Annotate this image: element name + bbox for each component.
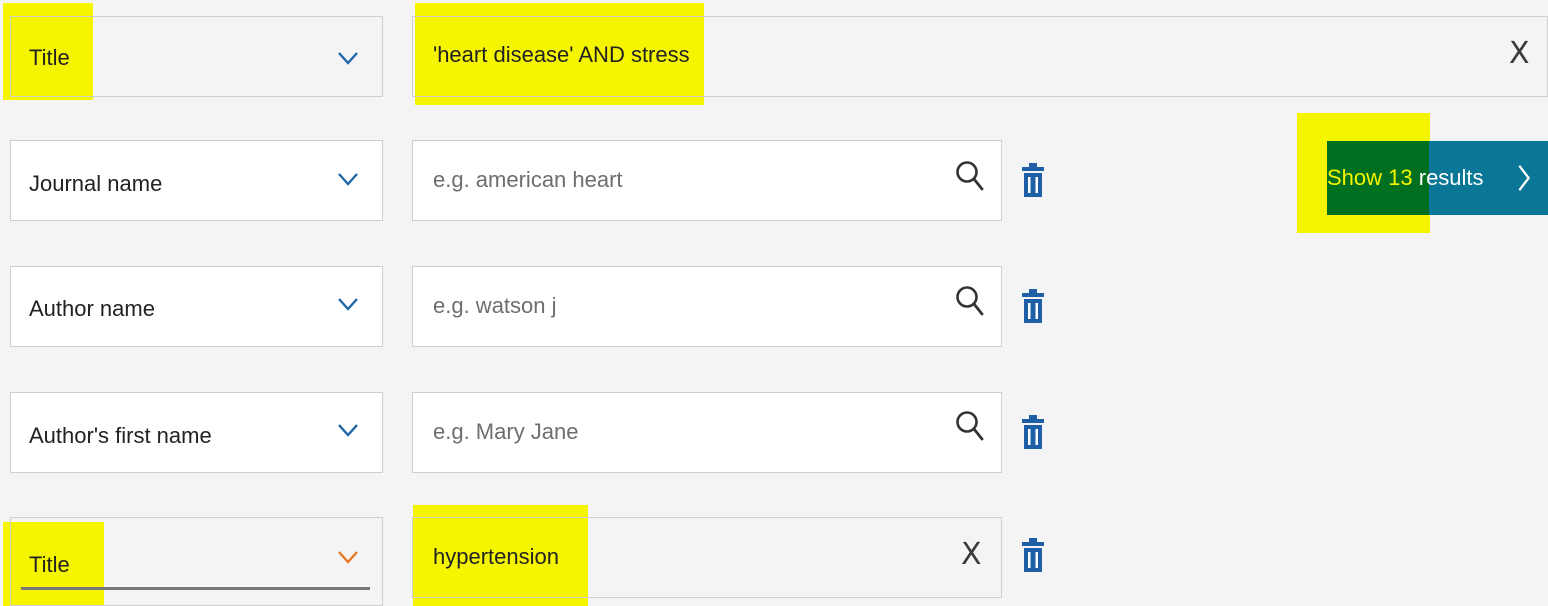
chevron-down-icon[interactable]	[337, 423, 359, 437]
chevron-down-icon[interactable]	[337, 297, 359, 311]
search-term-value: 'heart disease' AND stress	[433, 42, 690, 67]
search-term-input-row-3[interactable]: e.g. watson j	[412, 266, 1002, 347]
close-icon[interactable]: X	[961, 540, 982, 570]
show-results-count: Show 13	[1327, 165, 1413, 190]
field-select-row-3[interactable]: Author name	[10, 266, 383, 347]
search-term-placeholder: e.g. american heart	[433, 167, 623, 192]
search-icon[interactable]	[955, 285, 985, 317]
show-results-button[interactable]: Show 13 results	[1327, 141, 1548, 215]
chevron-down-icon[interactable]	[337, 550, 359, 564]
field-select-label: Title	[29, 552, 70, 577]
close-icon[interactable]: X	[1509, 39, 1530, 69]
trash-icon[interactable]	[1021, 163, 1045, 197]
chevron-down-icon[interactable]	[337, 51, 359, 65]
field-select-label: Title	[29, 45, 70, 70]
field-select-label: Author's first name	[29, 423, 212, 448]
chevron-right-icon	[1518, 165, 1531, 191]
show-results-label: Show 13 results	[1327, 141, 1484, 215]
search-term-placeholder: e.g. Mary Jane	[433, 419, 579, 444]
search-term-value: hypertension	[433, 544, 559, 569]
field-select-label: Author name	[29, 296, 155, 321]
trash-icon[interactable]	[1021, 415, 1045, 449]
search-icon[interactable]	[955, 410, 985, 442]
active-underline	[21, 587, 370, 590]
show-results-suffix: results	[1412, 165, 1484, 190]
search-icon[interactable]	[955, 160, 985, 192]
search-term-input-row-4[interactable]: e.g. Mary Jane	[412, 392, 1002, 473]
field-select-row-4[interactable]: Author's first name	[10, 392, 383, 473]
search-term-placeholder: e.g. watson j	[433, 293, 557, 318]
search-term-input-row-1[interactable]: 'heart disease' AND stress X	[412, 16, 1548, 97]
field-select-label: Journal name	[29, 171, 163, 196]
field-select-row-2[interactable]: Journal name	[10, 140, 383, 221]
trash-icon[interactable]	[1021, 289, 1045, 323]
search-term-input-row-2[interactable]: e.g. american heart	[412, 140, 1002, 221]
field-select-row-1[interactable]: Title	[10, 16, 383, 97]
search-term-input-row-5[interactable]: hypertension X	[412, 517, 1002, 598]
field-select-row-5[interactable]: Title	[10, 517, 383, 606]
trash-icon[interactable]	[1021, 538, 1045, 572]
chevron-down-icon[interactable]	[337, 172, 359, 186]
